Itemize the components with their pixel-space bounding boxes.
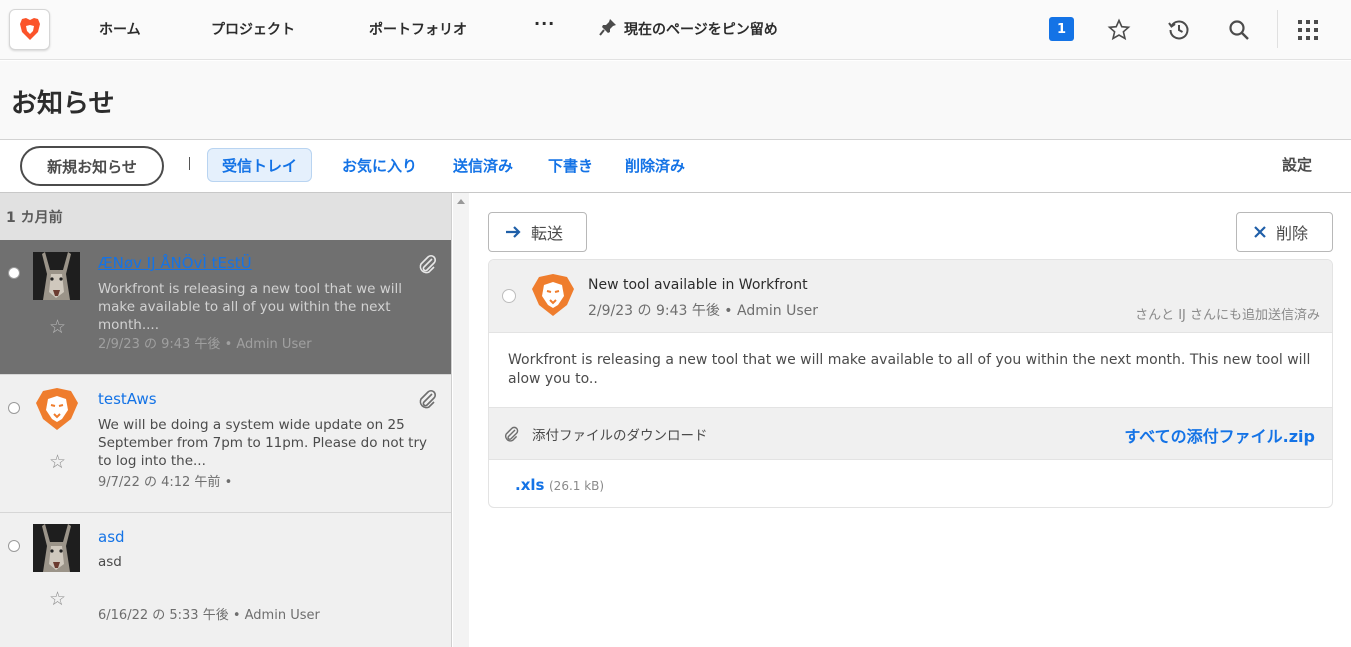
tab-favorites[interactable]: お気に入り — [342, 148, 417, 182]
nav-projects[interactable]: プロジェクト — [211, 19, 295, 39]
nav-more-button[interactable]: ··· — [534, 14, 555, 33]
tab-drafts[interactable]: 下書き — [548, 148, 593, 182]
message-title-link[interactable]: asd — [98, 528, 125, 546]
message-detail-meta: 2/9/23 の 9:43 午後 • Admin User — [588, 303, 818, 319]
forward-label: 転送 — [531, 224, 564, 243]
message-title-link[interactable]: testAws — [98, 390, 157, 408]
pin-page-label: 現在のページをピン留め — [624, 22, 778, 38]
attachment-icon — [419, 389, 437, 409]
delete-label: 削除 — [1276, 224, 1309, 243]
new-announcement-button[interactable]: 新規お知らせ — [20, 146, 164, 186]
list-item[interactable]: ☆ testAws We will be doing a system wide… — [0, 375, 451, 513]
message-preview: We will be doing a system wide update on… — [98, 417, 427, 469]
forward-button[interactable]: 転送 — [488, 212, 587, 252]
select-radio[interactable] — [8, 402, 20, 414]
scroll-up-arrow-icon[interactable] — [457, 199, 465, 204]
app-grid-icon[interactable] — [1295, 17, 1321, 43]
page-title: お知らせ — [11, 89, 115, 119]
message-preview: Workfront is releasing a new tool that w… — [98, 281, 403, 333]
toolbar-divider — [189, 157, 190, 170]
close-icon — [1254, 226, 1266, 238]
tab-inbox[interactable]: 受信トレイ — [207, 148, 313, 182]
avatar — [532, 274, 574, 316]
notification-badge[interactable]: 1 — [1049, 17, 1074, 41]
message-detail-body: Workfront is releasing a new tool that w… — [508, 352, 1311, 387]
pin-icon — [598, 17, 618, 41]
message-detail-cc: さんと IJ さんにも追加送信済み — [1135, 308, 1320, 323]
message-meta: 2/9/23 の 9:43 午後 • Admin User — [98, 337, 312, 352]
download-all-zip-link[interactable]: すべての添付ファイル.zip — [1124, 423, 1315, 447]
avatar — [33, 252, 80, 300]
attachment-file-size: (26.1 kB) — [549, 479, 605, 493]
delete-button[interactable]: 削除 — [1236, 212, 1333, 252]
favorite-star-icon[interactable]: ☆ — [49, 588, 66, 610]
tab-deleted[interactable]: 削除済み — [625, 148, 685, 182]
message-meta: 9/7/22 の 4:12 午前 • — [98, 475, 233, 490]
list-item[interactable]: ☆ asd asd 6/16/22 の 5:33 午後 • Admin User — [0, 513, 451, 647]
message-title-link[interactable]: ÆNøv IJ ÅNÖvÌ tEstÜ — [98, 254, 252, 272]
toolbar: 新規お知らせ 受信トレイ お気に入り 送信済み 下書き 削除済み 設定 — [0, 140, 1351, 193]
top-navigation: ホーム プロジェクト ポートフォリオ ··· 現在のページをピン留め 1 — [0, 0, 1351, 60]
nav-home[interactable]: ホーム — [99, 19, 141, 39]
pin-page-button[interactable]: 現在のページをピン留め — [598, 17, 778, 41]
list-item[interactable]: ☆ ÆNøv IJ ÅNÖvÌ tEstÜ Workfront is relea… — [0, 240, 451, 375]
page-header: お知らせ — [0, 61, 1351, 140]
message-detail-title: New tool available in Workfront — [588, 277, 808, 293]
select-radio[interactable] — [502, 289, 516, 303]
message-preview: asd — [98, 554, 122, 570]
history-icon[interactable] — [1166, 17, 1192, 43]
message-list: 1 カ月前 ☆ ÆNøv IJ ÅNÖvÌ tEstÜ Workfront is… — [0, 193, 452, 647]
attachment-icon — [505, 426, 519, 442]
attachments-label: 添付ファイルのダウンロード — [532, 428, 708, 444]
list-scrollbar[interactable] — [453, 193, 469, 647]
message-detail-card: New tool available in Workfront 2/9/23 の… — [488, 259, 1333, 508]
search-icon[interactable] — [1226, 17, 1252, 43]
tab-sent[interactable]: 送信済み — [453, 148, 513, 182]
avatar — [33, 524, 80, 572]
attachment-file-link[interactable]: .xls — [515, 476, 544, 494]
star-icon[interactable] — [1106, 17, 1132, 43]
list-group-header: 1 カ月前 — [0, 193, 451, 240]
avatar — [33, 385, 80, 433]
nav-portfolios[interactable]: ポートフォリオ — [369, 19, 467, 39]
message-meta: 6/16/22 の 5:33 午後 • Admin User — [98, 608, 320, 623]
brand-logo-icon[interactable] — [9, 9, 50, 50]
favorite-star-icon[interactable]: ☆ — [49, 316, 66, 338]
favorite-star-icon[interactable]: ☆ — [49, 451, 66, 473]
arrow-right-icon — [506, 226, 521, 238]
select-radio[interactable] — [8, 267, 20, 279]
attachment-icon — [419, 254, 437, 274]
select-radio[interactable] — [8, 540, 20, 552]
nav-divider — [1277, 10, 1278, 48]
message-detail-header: New tool available in Workfront 2/9/23 の… — [489, 260, 1332, 333]
attachments-bar: 添付ファイルのダウンロード すべての添付ファイル.zip — [489, 407, 1332, 460]
settings-link[interactable]: 設定 — [1282, 154, 1312, 175]
